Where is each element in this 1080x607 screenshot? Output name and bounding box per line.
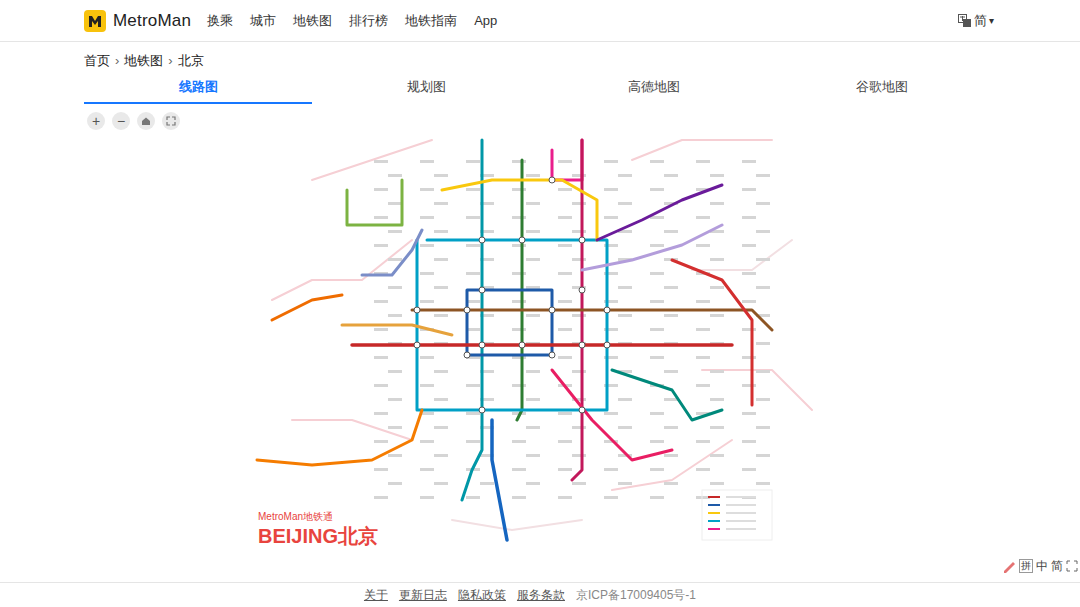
tab-label[interactable]: 线路图 [179,77,218,97]
tab-label[interactable]: 谷歌地图 [856,77,908,97]
breadcrumb-separator: › [115,51,119,71]
zoom-button[interactable]: − [112,112,130,130]
map-city-name: BEIJING北京 [258,526,378,546]
nav-item[interactable]: 换乘 [207,11,233,31]
metro-map[interactable]: MetroMan地铁通 BEIJING北京 [252,120,828,560]
tab-bar: 线路图 规划图 高德地图 谷歌地图 [84,72,996,104]
caret-icon[interactable]: ▾ [989,13,994,28]
home-button[interactable] [137,112,155,130]
nav-item[interactable]: App [474,11,497,31]
pen-icon [1002,559,1016,573]
breadcrumb-item[interactable]: 首页 [84,51,110,71]
breadcrumb-separator: › [168,51,172,71]
tab-label[interactable]: 规划图 [407,77,446,97]
metro-lines-icon [252,120,828,560]
map-area: +− MetroMan地铁通BEIJING北京 [84,104,996,582]
footer-link[interactable]: 更新日志 [399,586,447,604]
map-tab[interactable]: 高德地图 [540,72,768,104]
ime-item[interactable]: 简 [1051,557,1063,575]
ime-item[interactable]: 拼 [1019,559,1033,573]
footer-link[interactable]: 隐私政策 [458,586,506,604]
fullscreen-icon [166,116,176,126]
top-bar: MetroMan 换乘城市地铁图排行榜地铁指南 App 简▾ [0,0,1080,42]
tab-label[interactable]: 高德地图 [628,77,680,97]
ime-item[interactable]: 中 [1036,557,1048,575]
map-tab[interactable]: 谷歌地图 [768,72,996,104]
nav-item[interactable]: 地铁图 [293,11,332,31]
home-icon [141,116,151,126]
map-brand-name: MetroMan地铁通 [258,512,378,522]
footer-links: 关于更新日志隐私政策服务条款京ICP备17009405号-1 [364,586,696,604]
logo-text[interactable]: MetroMan [113,8,191,34]
footer-link[interactable]: 服务条款 [517,586,565,604]
icp-number[interactable]: 京ICP备17009405号-1 [576,586,696,604]
footer: 关于更新日志隐私政策服务条款京ICP备17009405号-1 拼中简 [0,582,1080,607]
ime-toolbar: 拼中简 [1002,557,1078,575]
nav-item[interactable]: 排行榜 [349,11,388,31]
map-controls: +− [87,112,180,130]
main-nav: 换乘城市地铁图排行榜地铁指南 App [207,11,497,31]
nav-item[interactable]: 地铁指南 [405,11,457,31]
breadcrumb: 首页›地铁图›北京 [0,42,1080,70]
page: MetroMan 换乘城市地铁图排行榜地铁指南App 简▾ 首页›地铁图›北京 … [0,0,1080,607]
breadcrumb-item[interactable]: 北京 [178,51,204,71]
zoom-button[interactable]: + [87,112,105,130]
fullscreen-button[interactable] [162,112,180,130]
map-tab[interactable]: 规划图 [312,72,540,104]
map-tab[interactable]: 线路图 [84,72,312,104]
footer-link[interactable]: 关于 [364,586,388,604]
zoom-symbol[interactable]: − [117,114,125,128]
expand-icon [1066,560,1078,572]
zoom-symbol[interactable]: + [92,114,100,128]
map-brand: MetroMan地铁通 BEIJING北京 [258,512,378,546]
translate-icon [958,14,972,28]
language-switch[interactable]: 简▾ [958,11,994,31]
logo[interactable]: MetroMan [84,8,191,34]
nav-item[interactable]: 城市 [250,11,276,31]
breadcrumb-item[interactable]: 地铁图 [124,51,163,71]
metroman-logo-icon [84,10,106,32]
language-label[interactable]: 简 [974,11,987,31]
